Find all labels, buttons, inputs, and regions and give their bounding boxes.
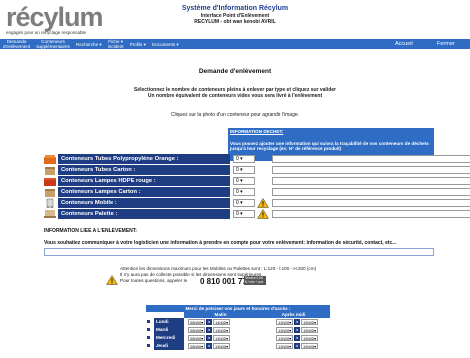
nav-recherche[interactable]: Recherche ▾ <box>73 42 105 47</box>
time-separator: à <box>294 327 300 333</box>
morning-end-select[interactable]: 13h00▾ <box>213 343 230 349</box>
warning-icon <box>257 209 269 219</box>
container-row-polypropylene: Conteneurs Tubes Polypropylène Orange : … <box>44 154 470 164</box>
system-title: Système d'Information Récylum <box>181 5 289 12</box>
reference-input[interactable] <box>272 210 470 218</box>
time-separator: à <box>294 343 300 349</box>
container-row-lampes-hdpe: Conteneurs Lampes HDPE rouge : 0 ▾ <box>44 176 470 186</box>
time-separator: à <box>206 343 212 349</box>
morning-start-select[interactable]: 08h00▾ <box>188 327 205 333</box>
schedule-row-jeudi: Jeudi 08h00▾ à 13h00▾ 13h00▾ à 19h00▾ <box>146 342 330 350</box>
afternoon-end-select[interactable]: 19h00▾ <box>301 335 318 341</box>
account-name: RECYLUM - obt wan kenobi AVRIL <box>194 19 276 25</box>
row-label: Conteneurs Tubes Carton : <box>58 165 230 175</box>
reference-input[interactable] <box>272 177 470 185</box>
morning-start-select[interactable]: 08h00▾ <box>188 335 205 341</box>
reference-input[interactable] <box>272 155 470 163</box>
photo-note: Cliquez sur la photo d'un conteneur pour… <box>170 112 300 118</box>
row-label: Conteneurs Palette : <box>58 209 230 219</box>
quantity-select[interactable]: 0 ▾ <box>233 177 255 185</box>
time-separator: à <box>206 319 212 325</box>
morning-end-select[interactable]: 13h00▾ <box>213 335 230 341</box>
main-navbar: Demande d'enlèvement Conteneurs supplément… <box>0 39 470 49</box>
mobile-bin-icon[interactable] <box>44 198 56 208</box>
info-dechet-title: INFORMATION DECHET: <box>230 129 284 134</box>
container-row-palette: Conteneurs Palette : 0 ▾ <box>44 209 470 219</box>
logo-tagline: engagés pour un recyclage responsable <box>6 30 87 35</box>
morning-start-select[interactable]: 08h00▾ <box>188 343 205 349</box>
info-dechet-text: Vous pouvez ajouter une information qui … <box>230 141 429 151</box>
afternoon-end-select[interactable]: 19h00▾ <box>301 327 318 333</box>
row-label: Conteneurs Lampes HDPE rouge : <box>58 176 230 186</box>
schedule-row-lundi: Lundi 08h00▾ à 14h00▾ 13h00▾ à 19h00▾ <box>146 318 330 326</box>
day-checkbox[interactable] <box>146 327 151 332</box>
warning-icon <box>106 275 118 285</box>
warning-icon <box>257 198 269 208</box>
header: récylum engagés pour un recyclage respon… <box>0 0 470 38</box>
nav-documents[interactable]: Documents ▾ <box>149 42 182 47</box>
nav-accueil[interactable]: Accueil <box>395 39 413 49</box>
time-separator: à <box>294 319 300 325</box>
afternoon-end-select[interactable]: 19h00▾ <box>301 319 318 325</box>
quantity-select[interactable]: 0 ▾ <box>233 210 255 218</box>
time-separator: à <box>294 335 300 341</box>
morning-start-select[interactable]: 08h00▾ <box>188 319 205 325</box>
red-crate-icon[interactable] <box>44 176 56 186</box>
phone-tariff-badge: Service 0,06 € / min + prix appel <box>244 276 266 288</box>
reference-input[interactable] <box>272 166 470 174</box>
quantity-select[interactable]: 0 ▾ <box>233 188 255 196</box>
cardboard-box-icon[interactable] <box>44 187 56 197</box>
nav-conteneurs-supplementaires[interactable]: Conteneurs supplémentaires <box>33 39 73 49</box>
container-row-lampes-carton: Conteneurs Lampes Carton : 0 ▾ <box>44 187 470 197</box>
container-row-tubes-carton: Conteneurs Tubes Carton : 0 ▾ <box>44 165 470 175</box>
cardboard-box-icon[interactable] <box>44 165 56 175</box>
schedule-row-mercredi: Mercredi 08h00▾ à 13h00▾ 13h00▾ à 19h00▾ <box>146 334 330 342</box>
pallet-icon[interactable] <box>44 209 56 219</box>
nav-demande-enlevement[interactable]: Demande d'enlèvement <box>0 39 33 49</box>
schedule-table: Merci de préciser vos jours et horaires … <box>146 305 330 350</box>
quantity-select[interactable]: 0 ▾ <box>233 199 255 207</box>
quantity-select[interactable]: 0 ▾ <box>233 155 255 163</box>
morning-end-select[interactable]: 13h00▾ <box>213 327 230 333</box>
quantity-select[interactable]: 0 ▾ <box>233 166 255 174</box>
schedule-header: Merci de préciser vos jours et horaires … <box>146 305 330 312</box>
afternoon-start-select[interactable]: 13h00▾ <box>276 343 293 349</box>
day-label: Mercredi <box>154 334 184 342</box>
time-separator: à <box>206 327 212 333</box>
schedule-row-mardi: Mardi 08h00▾ à 13h00▾ 13h00▾ à 19h00▾ <box>146 326 330 334</box>
nav-profils[interactable]: Profils ▾ <box>127 42 149 47</box>
row-label: Conteneurs Tubes Polypropylène Orange : <box>58 154 230 164</box>
day-checkbox[interactable] <box>146 319 151 324</box>
afternoon-end-select[interactable]: 19h00▾ <box>301 343 318 349</box>
intro-line-2: Un nombre équivalent de conteneurs vides… <box>147 93 323 99</box>
page-title: Demande d'enlèvement <box>198 68 272 75</box>
orange-box-icon[interactable] <box>44 154 56 164</box>
afternoon-start-select[interactable]: 13h00▾ <box>276 327 293 333</box>
info-liee-text: Vous souhaitez communiquer à votre logis… <box>44 240 397 246</box>
reference-input[interactable] <box>272 199 470 207</box>
afternoon-start-select[interactable]: 13h00▾ <box>276 319 293 325</box>
morning-end-select[interactable]: 14h00▾ <box>213 319 230 325</box>
logistician-message-input[interactable] <box>44 248 434 256</box>
row-label: Conteneurs Lampes Carton : <box>58 187 230 197</box>
day-label: Jeudi <box>154 342 184 350</box>
day-checkbox[interactable] <box>146 335 151 340</box>
reference-input[interactable] <box>272 188 470 196</box>
day-label: Mardi <box>154 326 184 334</box>
info-liee-title: INFORMATION LIEE A L'ENLEVEMENT: <box>44 228 137 234</box>
day-checkbox[interactable] <box>146 343 151 348</box>
day-label: Lundi <box>154 318 184 326</box>
container-row-mobile: Conteneurs Mobile : 0 ▾ <box>44 198 470 208</box>
afternoon-start-select[interactable]: 13h00▾ <box>276 335 293 341</box>
nav-fermer[interactable]: Fermer <box>437 39 455 49</box>
row-label: Conteneurs Mobile : <box>58 198 230 208</box>
nav-fiche-incident[interactable]: Fiche ▾ incident <box>105 39 127 49</box>
time-separator: à <box>206 335 212 341</box>
